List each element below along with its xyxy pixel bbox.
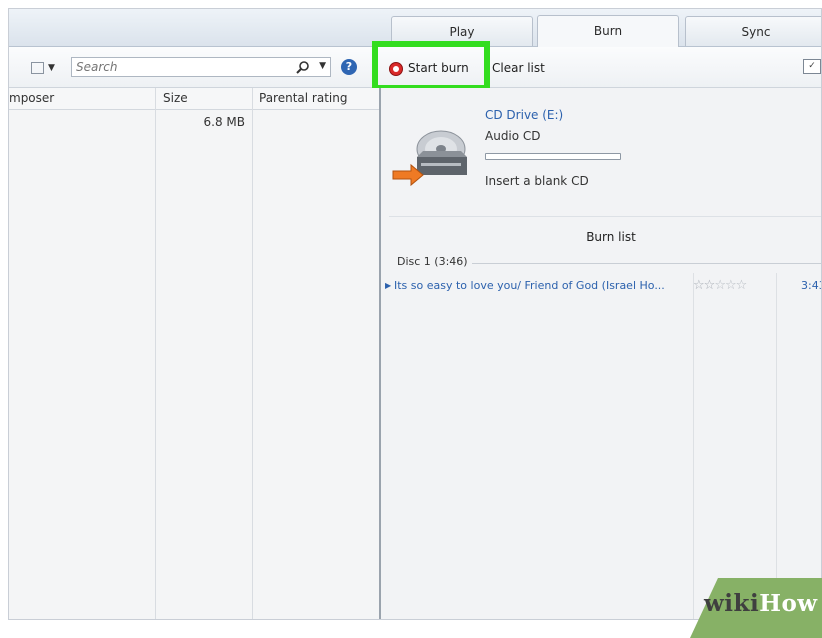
separator	[389, 216, 821, 217]
search-box[interactable]: ▼	[71, 57, 331, 77]
chevron-down-icon: ▼	[48, 62, 55, 73]
column-size[interactable]: Size	[163, 91, 188, 105]
start-burn-button[interactable]: Start burn	[389, 57, 469, 79]
search-icon[interactable]	[296, 60, 310, 74]
burn-list-title: Burn list	[586, 230, 636, 244]
wikihow-watermark: wikiHow	[704, 590, 818, 617]
track-rating[interactable]: ☆☆☆☆☆	[693, 278, 748, 293]
library-pane: mposer Size Parental rating 6.8 MB	[9, 88, 379, 619]
column-divider	[252, 88, 253, 619]
column-composer[interactable]: mposer	[9, 91, 54, 105]
drive-type: Audio CD	[485, 129, 541, 143]
burn-progress-bar	[485, 153, 621, 160]
column-header: mposer Size Parental rating	[9, 88, 379, 110]
star-icon[interactable]: ☆	[736, 278, 748, 293]
burn-pane: CD Drive (E:) Audio CD Insert a blank CD…	[381, 88, 821, 619]
media-player-window: Play Burn Sync ▼ ▼ ? Start burn Clear li…	[8, 8, 822, 620]
list-options-icon[interactable]: ✓	[803, 59, 821, 74]
tab-sync[interactable]: Sync	[685, 16, 821, 46]
watermark-how: How	[759, 590, 818, 617]
cd-drive-icon	[392, 130, 467, 187]
tab-burn[interactable]: Burn	[537, 15, 679, 47]
track-row[interactable]: ▶ Its so easy to love you/ Friend of God…	[381, 278, 821, 298]
size-cell: 6.8 MB	[203, 115, 245, 129]
column-divider	[776, 273, 777, 619]
help-icon[interactable]: ?	[341, 59, 357, 75]
clear-list-button[interactable]: Clear list	[492, 57, 545, 79]
star-icon[interactable]: ☆	[704, 278, 716, 293]
star-icon[interactable]: ☆	[693, 278, 705, 293]
drive-name[interactable]: CD Drive (E:)	[485, 108, 563, 122]
track-expand-icon[interactable]: ▶	[385, 281, 391, 290]
burn-icon	[389, 61, 403, 76]
column-parental-rating[interactable]: Parental rating	[259, 91, 347, 105]
disc-label: Disc 1 (3:46)	[397, 255, 472, 268]
view-options-button[interactable]: ▼	[31, 60, 61, 76]
column-divider	[693, 273, 694, 619]
search-input[interactable]	[76, 59, 276, 75]
drive-message: Insert a blank CD	[485, 174, 589, 188]
search-dropdown-icon[interactable]: ▼	[319, 61, 326, 71]
toolbar: ▼ ▼ ? Start burn Clear list ✓	[9, 41, 821, 91]
track-title: Its so easy to love you/ Friend of God (…	[394, 279, 665, 292]
watermark-wiki: wiki	[704, 590, 760, 617]
view-options-icon	[31, 61, 44, 74]
star-icon[interactable]: ☆	[714, 278, 726, 293]
track-length: 3:43	[801, 279, 821, 292]
start-burn-label: Start burn	[408, 61, 469, 75]
column-divider	[155, 88, 156, 619]
star-icon[interactable]: ☆	[725, 278, 737, 293]
